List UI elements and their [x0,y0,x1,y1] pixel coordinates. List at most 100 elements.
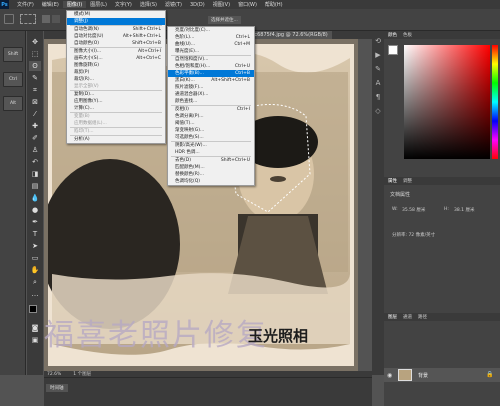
adjust-menu-item[interactable]: 色调分离(P)... [168,113,254,120]
foreground-color-swatch[interactable] [29,305,37,313]
adjust-menu-item[interactable]: 自然饱和度(V)... [168,56,254,63]
quick-mask-icon[interactable]: ◙ [29,323,41,333]
clone-stamp-tool-icon[interactable]: ♙ [29,145,41,155]
image-menu-item[interactable]: 应用图像(Y)... [67,98,165,105]
menu-view[interactable]: 视图(V) [209,1,234,8]
menu-filter[interactable]: 滤镜(T) [161,1,186,8]
frame-tool-icon[interactable]: ⊠ [29,97,41,107]
adjust-menu-item[interactable]: 色调均化(Q) [168,178,254,185]
lasso-tool-preset-icon[interactable] [20,14,36,24]
tab-color[interactable]: 颜色 [388,32,397,38]
lasso-tool-icon[interactable]: ʘ [29,61,41,71]
tab-swatches[interactable]: 色板 [403,32,412,38]
adjust-menu-item[interactable]: 阴影/高光(W)... [168,142,254,149]
image-menu-item[interactable]: 计算(C)... [67,105,165,112]
adjust-menu-item[interactable]: 去色(D) Shift+Ctrl+U [168,157,254,164]
marquee-tool-icon[interactable]: ⬚ [29,49,41,59]
adjust-menu-item[interactable]: 匹配颜色(M)... [168,164,254,171]
actions-icon[interactable]: ▶ [374,51,382,59]
adjust-menu-item[interactable]: HDR 色调... [168,149,254,156]
image-menu-item[interactable]: 陷印(T)... [67,128,165,135]
path-selection-tool-icon[interactable]: ➤ [29,241,41,251]
layer-visibility-eye-icon[interactable]: ◉ [387,372,392,379]
image-menu-item[interactable]: 复制(D)... [67,91,165,98]
ctrl-key-button[interactable]: Ctrl [3,72,23,87]
brush-settings-icon[interactable]: ✎ [374,65,382,73]
tab-properties[interactable]: 属性 [388,178,397,184]
alt-key-button[interactable]: Alt [3,96,23,111]
type-tool-icon[interactable]: T [29,229,41,239]
menu-window[interactable]: 窗口(W) [234,1,261,8]
adjust-menu-item[interactable]: 通道混合器(X)... [168,91,254,98]
shift-key-button[interactable]: Shift [3,47,23,62]
menu-layer[interactable]: 图层(L) [86,1,111,8]
image-menu-item[interactable]: 自动颜色(O) Shift+Ctrl+B [67,40,165,47]
crop-tool-icon[interactable]: ⌗ [29,85,41,95]
adjust-menu-item[interactable]: 亮度/对比度(C)... [168,27,254,34]
brush-tool-icon[interactable]: ✐ [29,133,41,143]
adjust-menu-item[interactable]: 渐变映射(G)... [168,127,254,134]
menu-help[interactable]: 帮助(H) [261,1,287,8]
adjust-menu-item[interactable]: 照片滤镜(F)... [168,84,254,91]
width-value[interactable]: 35.58 厘米 [402,207,425,213]
character-icon[interactable]: A [374,79,382,87]
zoom-tool-icon[interactable]: ⌕ [29,277,41,287]
height-value[interactable]: 38.1 厘米 [454,207,474,213]
document-tab[interactable]: 8bc6875f4.jpg @ 72.6%(RGB/8) [244,31,332,39]
adjust-menu-item[interactable]: 颜色查找... [168,98,254,105]
image-menu-item[interactable]: 应用数据组(L)... [67,120,165,127]
tab-layers[interactable]: 图层 [388,314,397,320]
image-menu-item[interactable]: 图像旋转(G) [67,62,165,69]
pen-tool-icon[interactable]: ✒ [29,217,41,227]
adjust-menu-item[interactable]: 阈值(T)... [168,120,254,127]
menu-file[interactable]: 文件(F) [13,1,38,8]
paragraph-icon[interactable]: ¶ [374,93,382,101]
timeline-tab[interactable]: 时间轴 [46,384,68,392]
layer-name[interactable]: 背景 [418,372,428,379]
image-menu-item[interactable]: 裁切(R)... [67,76,165,83]
menu-type[interactable]: 文字(Y) [111,1,136,8]
adjust-menu-item[interactable]: 曲线(U)... Ctrl+M [168,41,254,48]
select-and-mask-button[interactable]: 选择并遮住... [208,16,241,24]
move-tool-icon[interactable]: ✥ [29,37,41,47]
adjust-menu-item[interactable]: 可选颜色(S)... [168,134,254,141]
screen-mode-icon[interactable]: ▣ [29,335,41,345]
adjust-menu-item[interactable]: 黑白(K)... Alt+Shift+Ctrl+B [168,77,254,84]
new-selection-icon[interactable] [42,15,50,23]
image-menu-item[interactable]: 显示全部(V) [67,83,165,90]
gradient-tool-icon[interactable]: ▤ [29,181,41,191]
image-menu-item[interactable]: 自动对比度(U) Alt+Shift+Ctrl+L [67,33,165,40]
menu-select[interactable]: 选择(S) [136,1,161,8]
adjust-menu-item[interactable]: 反相(I) Ctrl+I [168,106,254,113]
foreground-swatch[interactable] [388,45,398,55]
home-icon[interactable] [4,14,14,24]
adjust-menu-item[interactable]: 色相/饱和度(H)... Ctrl+U [168,63,254,70]
color-picker-field[interactable] [404,45,490,159]
blur-tool-icon[interactable]: 💧 [29,193,41,203]
image-menu-item[interactable]: 自动色调(N) Shift+Ctrl+L [67,26,165,33]
quick-select-tool-icon[interactable]: ✎ [29,73,41,83]
zoom-level[interactable]: 72.6% [47,372,61,377]
image-menu-item[interactable]: 模式(M) [67,11,165,18]
add-selection-icon[interactable] [52,15,60,23]
image-menu-item[interactable]: 画布大小(S)... Alt+Ctrl+C [67,55,165,62]
tab-adjustments[interactable]: 调整 [403,178,412,184]
hand-tool-icon[interactable]: ✋ [29,265,41,275]
image-menu-item[interactable]: 变量(B) [67,113,165,120]
adjust-menu-item[interactable]: 色彩平衡(B)... Ctrl+B [168,70,254,77]
menu-3d[interactable]: 3D(D) [186,2,209,8]
menu-image[interactable]: 图像(I) [62,1,87,8]
menu-edit[interactable]: 编辑(E) [38,1,63,8]
adjust-menu-item[interactable]: 曝光度(E)... [168,48,254,55]
adjust-menu-item[interactable]: 替换颜色(R)... [168,171,254,178]
eraser-tool-icon[interactable]: ◨ [29,169,41,179]
image-menu-item[interactable]: 图像大小(I)... Alt+Ctrl+I [67,48,165,55]
history-brush-tool-icon[interactable]: ↶ [29,157,41,167]
eyedropper-tool-icon[interactable]: ⁄ [29,109,41,119]
more-tools-icon[interactable]: … [29,289,41,299]
healing-brush-tool-icon[interactable]: ✚ [29,121,41,131]
image-menu-item[interactable]: 分析(A) [67,136,165,143]
dodge-tool-icon[interactable]: ● [29,205,41,215]
image-menu-item[interactable]: 调整(J) [67,18,165,25]
hue-slider[interactable] [492,45,498,159]
